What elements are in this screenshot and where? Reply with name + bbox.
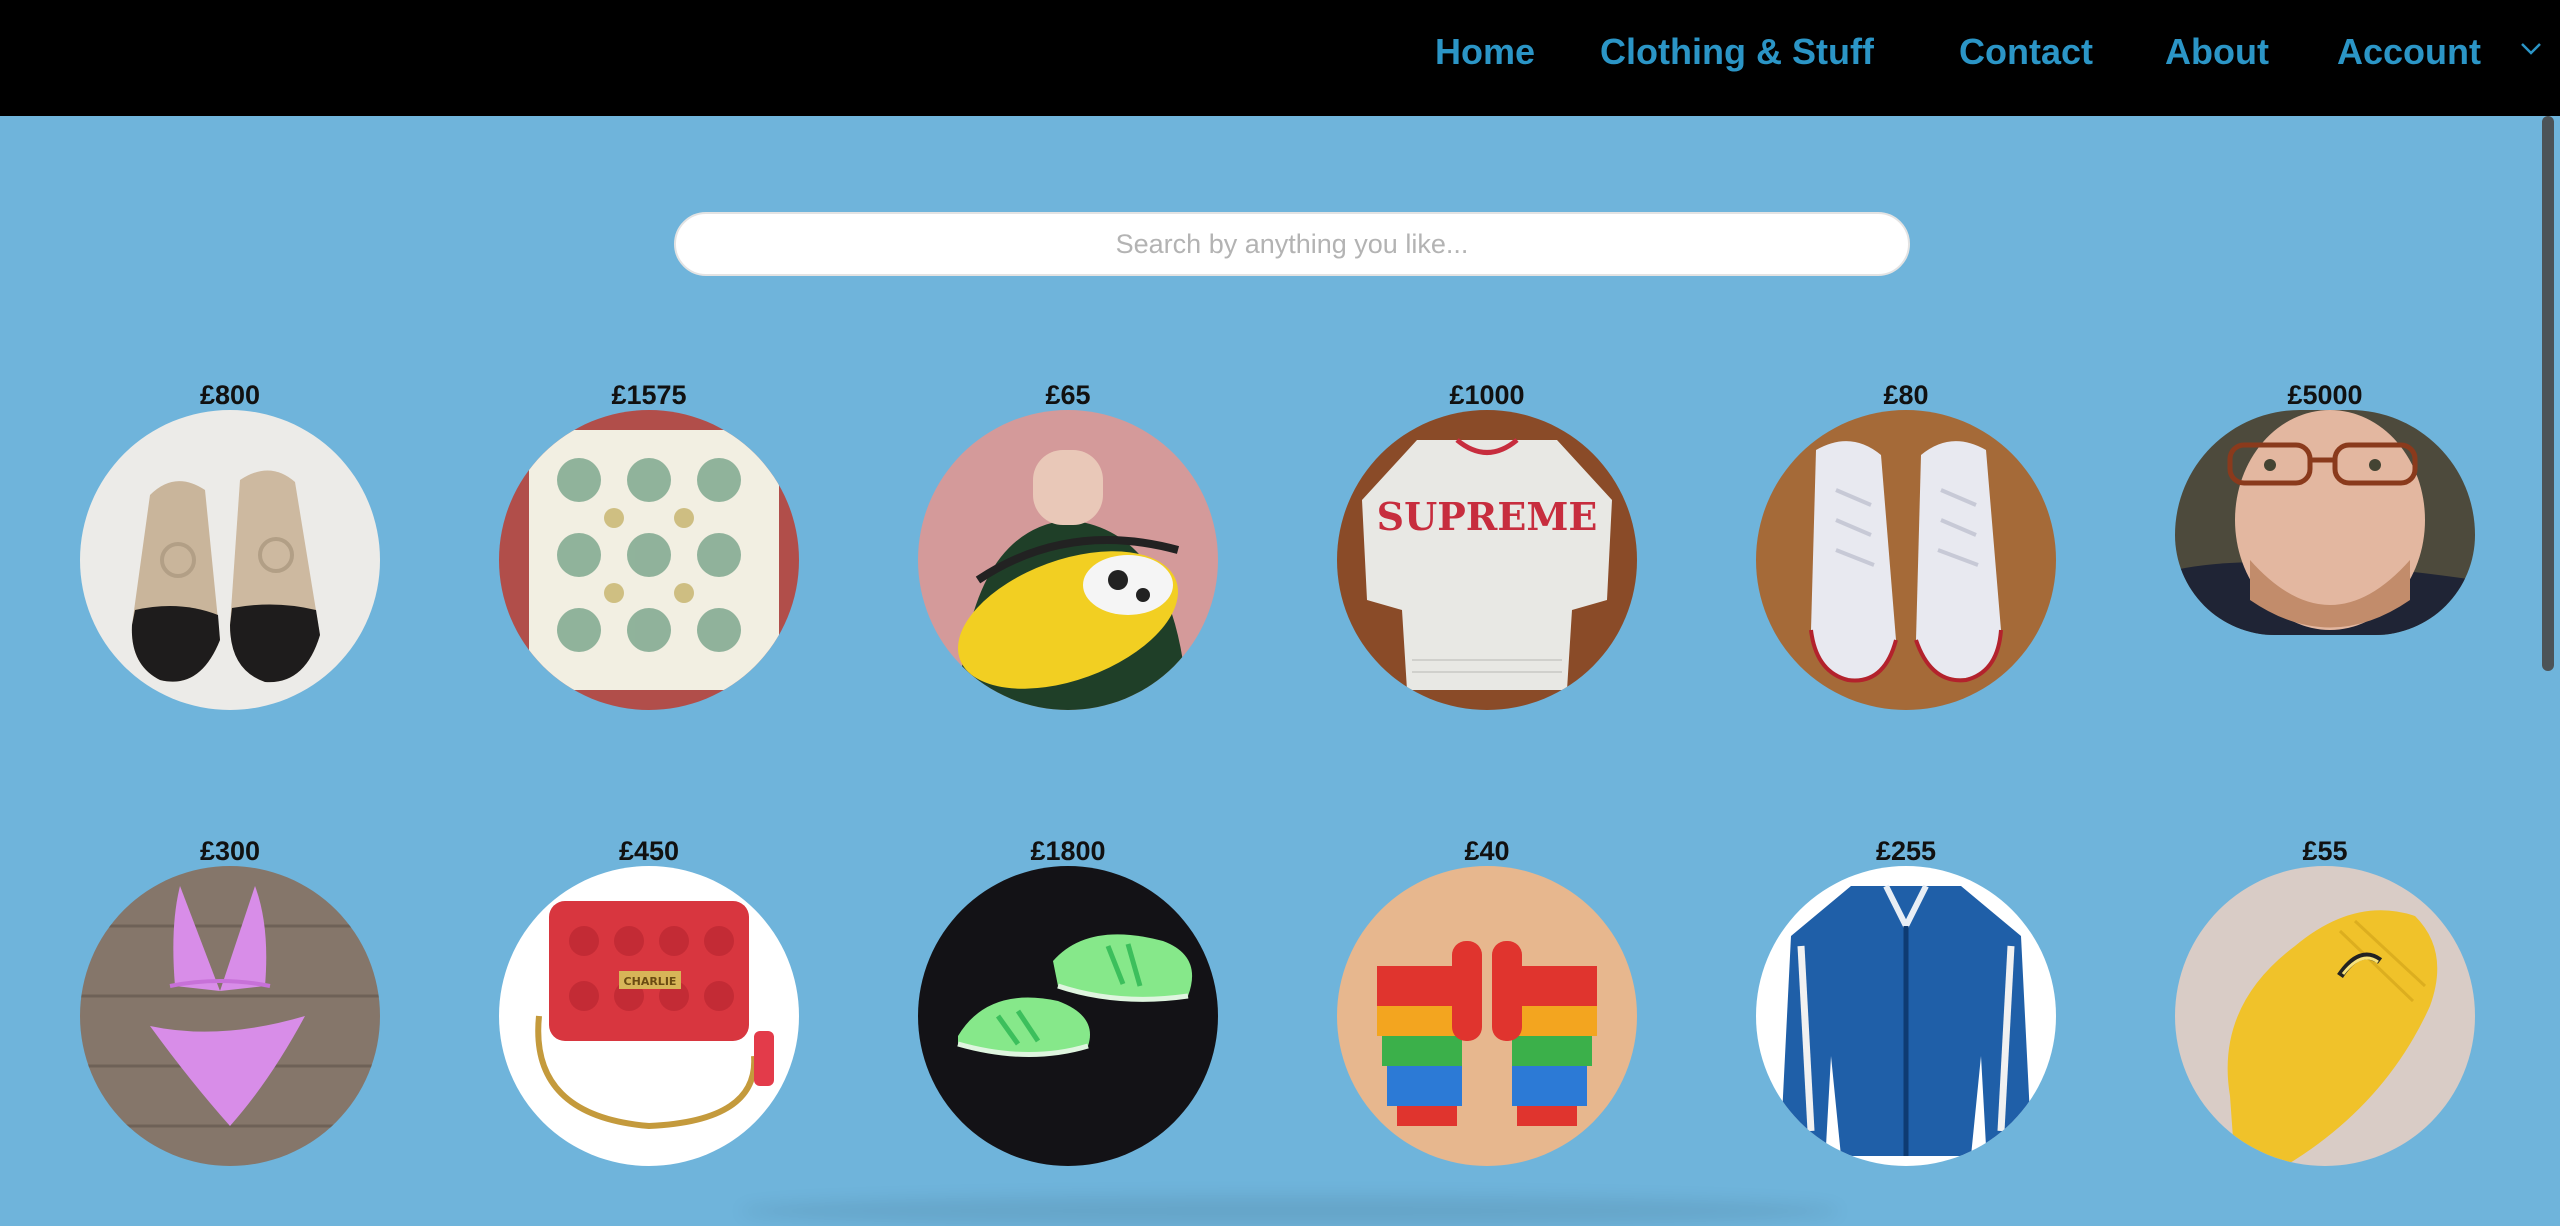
nav-clothing-stuff[interactable]: Clothing & Stuff [1600, 28, 1874, 76]
nav-about[interactable]: About [2165, 28, 2269, 76]
handbag-logo-text: CHARLIE [624, 975, 677, 988]
banana-socks-image[interactable] [2175, 866, 2475, 1166]
product-card[interactable]: £1000 SUPREME [1337, 378, 1637, 710]
top-navbar: Home Clothing & Stuff Contact About Acco… [0, 0, 2560, 116]
product-price: £80 [1883, 380, 1929, 410]
product-price: £5000 [2287, 380, 2363, 410]
espadrilles-image[interactable] [80, 410, 380, 710]
nav-contact[interactable]: Contact [1959, 28, 2093, 76]
red-handbag-image[interactable]: CHARLIE [499, 866, 799, 1166]
product-card[interactable]: £40 [1337, 834, 1637, 1166]
supreme-sweater-image[interactable]: SUPREME [1337, 410, 1637, 710]
scarf-image[interactable] [499, 410, 799, 710]
portrait-image[interactable] [2175, 410, 2475, 635]
product-card[interactable]: £55 [2175, 834, 2475, 1166]
product-price: £1575 [611, 380, 687, 410]
product-price: £450 [618, 836, 680, 866]
product-card[interactable]: £300 [80, 834, 380, 1166]
bikini-image[interactable] [80, 866, 380, 1166]
product-card[interactable]: £5000 [2175, 378, 2475, 708]
sweater-print-text: SUPREME [1377, 494, 1598, 539]
fur-bumbag-image[interactable] [918, 410, 1218, 710]
product-price: £65 [1045, 380, 1091, 410]
blue-jacket-image[interactable] [1756, 866, 2056, 1166]
product-card[interactable]: £80 [1756, 378, 2056, 710]
product-card[interactable]: £255 [1756, 834, 2056, 1166]
scrollbar-thumb[interactable] [2542, 116, 2554, 671]
product-card[interactable]: £800 [80, 378, 380, 710]
product-card[interactable]: £1800 [918, 834, 1218, 1166]
product-price: £800 [199, 380, 261, 410]
chevron-down-icon[interactable] [2520, 42, 2542, 56]
bottom-shadow [740, 1196, 1840, 1226]
page-scrollbar[interactable] [2538, 116, 2560, 1212]
nav-home[interactable]: Home [1435, 28, 1535, 76]
product-card[interactable]: £450 CHARLIE [499, 834, 799, 1166]
product-price: £255 [1875, 836, 1937, 866]
search-input[interactable] [674, 212, 1910, 276]
product-price: £1800 [1030, 836, 1106, 866]
green-sneakers-image[interactable] [918, 866, 1218, 1166]
converse-sneakers-image[interactable] [1756, 410, 2056, 710]
product-price: £55 [2302, 836, 2348, 866]
nav-account[interactable]: Account [2337, 28, 2481, 76]
rainbow-mittens-image[interactable] [1337, 866, 1637, 1166]
product-card[interactable]: £1575 [499, 378, 799, 710]
product-card[interactable]: £65 [918, 378, 1218, 710]
product-price: £300 [199, 836, 261, 866]
product-price: £40 [1464, 836, 1510, 866]
product-price: £1000 [1449, 380, 1525, 410]
